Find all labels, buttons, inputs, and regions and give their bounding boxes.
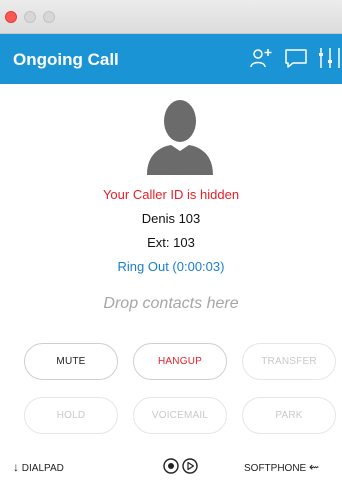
media-controls xyxy=(162,456,202,476)
minimize-window-button[interactable] xyxy=(24,11,36,23)
voicemail-button[interactable]: VOICEMAIL xyxy=(133,397,227,434)
dialpad-toggle[interactable]: ↓ DIALPAD xyxy=(13,460,64,474)
zoom-window-button[interactable] xyxy=(43,11,55,23)
add-contact-icon[interactable] xyxy=(249,46,273,70)
swap-arrows-icon: ⇜ xyxy=(309,460,320,474)
transfer-button[interactable]: TRANSFER xyxy=(242,343,336,380)
drop-contacts-area[interactable]: Drop contacts here xyxy=(0,295,342,313)
call-header: Ongoing Call xyxy=(0,34,342,84)
contact-name: Denis 103 xyxy=(141,211,201,226)
user-silhouette-icon xyxy=(147,100,213,175)
page-title: Ongoing Call xyxy=(13,50,119,69)
hangup-button[interactable]: HANGUP xyxy=(133,343,227,380)
close-window-button[interactable] xyxy=(5,11,17,23)
dialpad-label: DIALPAD xyxy=(21,463,64,474)
softphone-toggle[interactable]: SOFTPHONE ⇜ xyxy=(244,460,319,474)
contact-extension: Ext: 103 xyxy=(147,235,195,250)
park-button[interactable]: PARK xyxy=(242,397,336,434)
avatar xyxy=(147,97,213,175)
hold-button[interactable]: HOLD xyxy=(24,397,118,434)
mute-button[interactable]: MUTE xyxy=(24,343,118,380)
window-titlebar xyxy=(0,0,342,34)
settings-sliders-icon[interactable] xyxy=(316,46,340,70)
softphone-label: SOFTPHONE xyxy=(244,463,307,474)
arrow-down-icon: ↓ xyxy=(13,460,19,474)
call-status: Ring Out (0:00:03) xyxy=(117,259,225,274)
play-icon[interactable] xyxy=(182,458,198,474)
record-icon[interactable] xyxy=(163,458,179,474)
caller-id-notice: Your Caller ID is hidden xyxy=(102,187,240,202)
chat-icon[interactable] xyxy=(284,46,308,70)
